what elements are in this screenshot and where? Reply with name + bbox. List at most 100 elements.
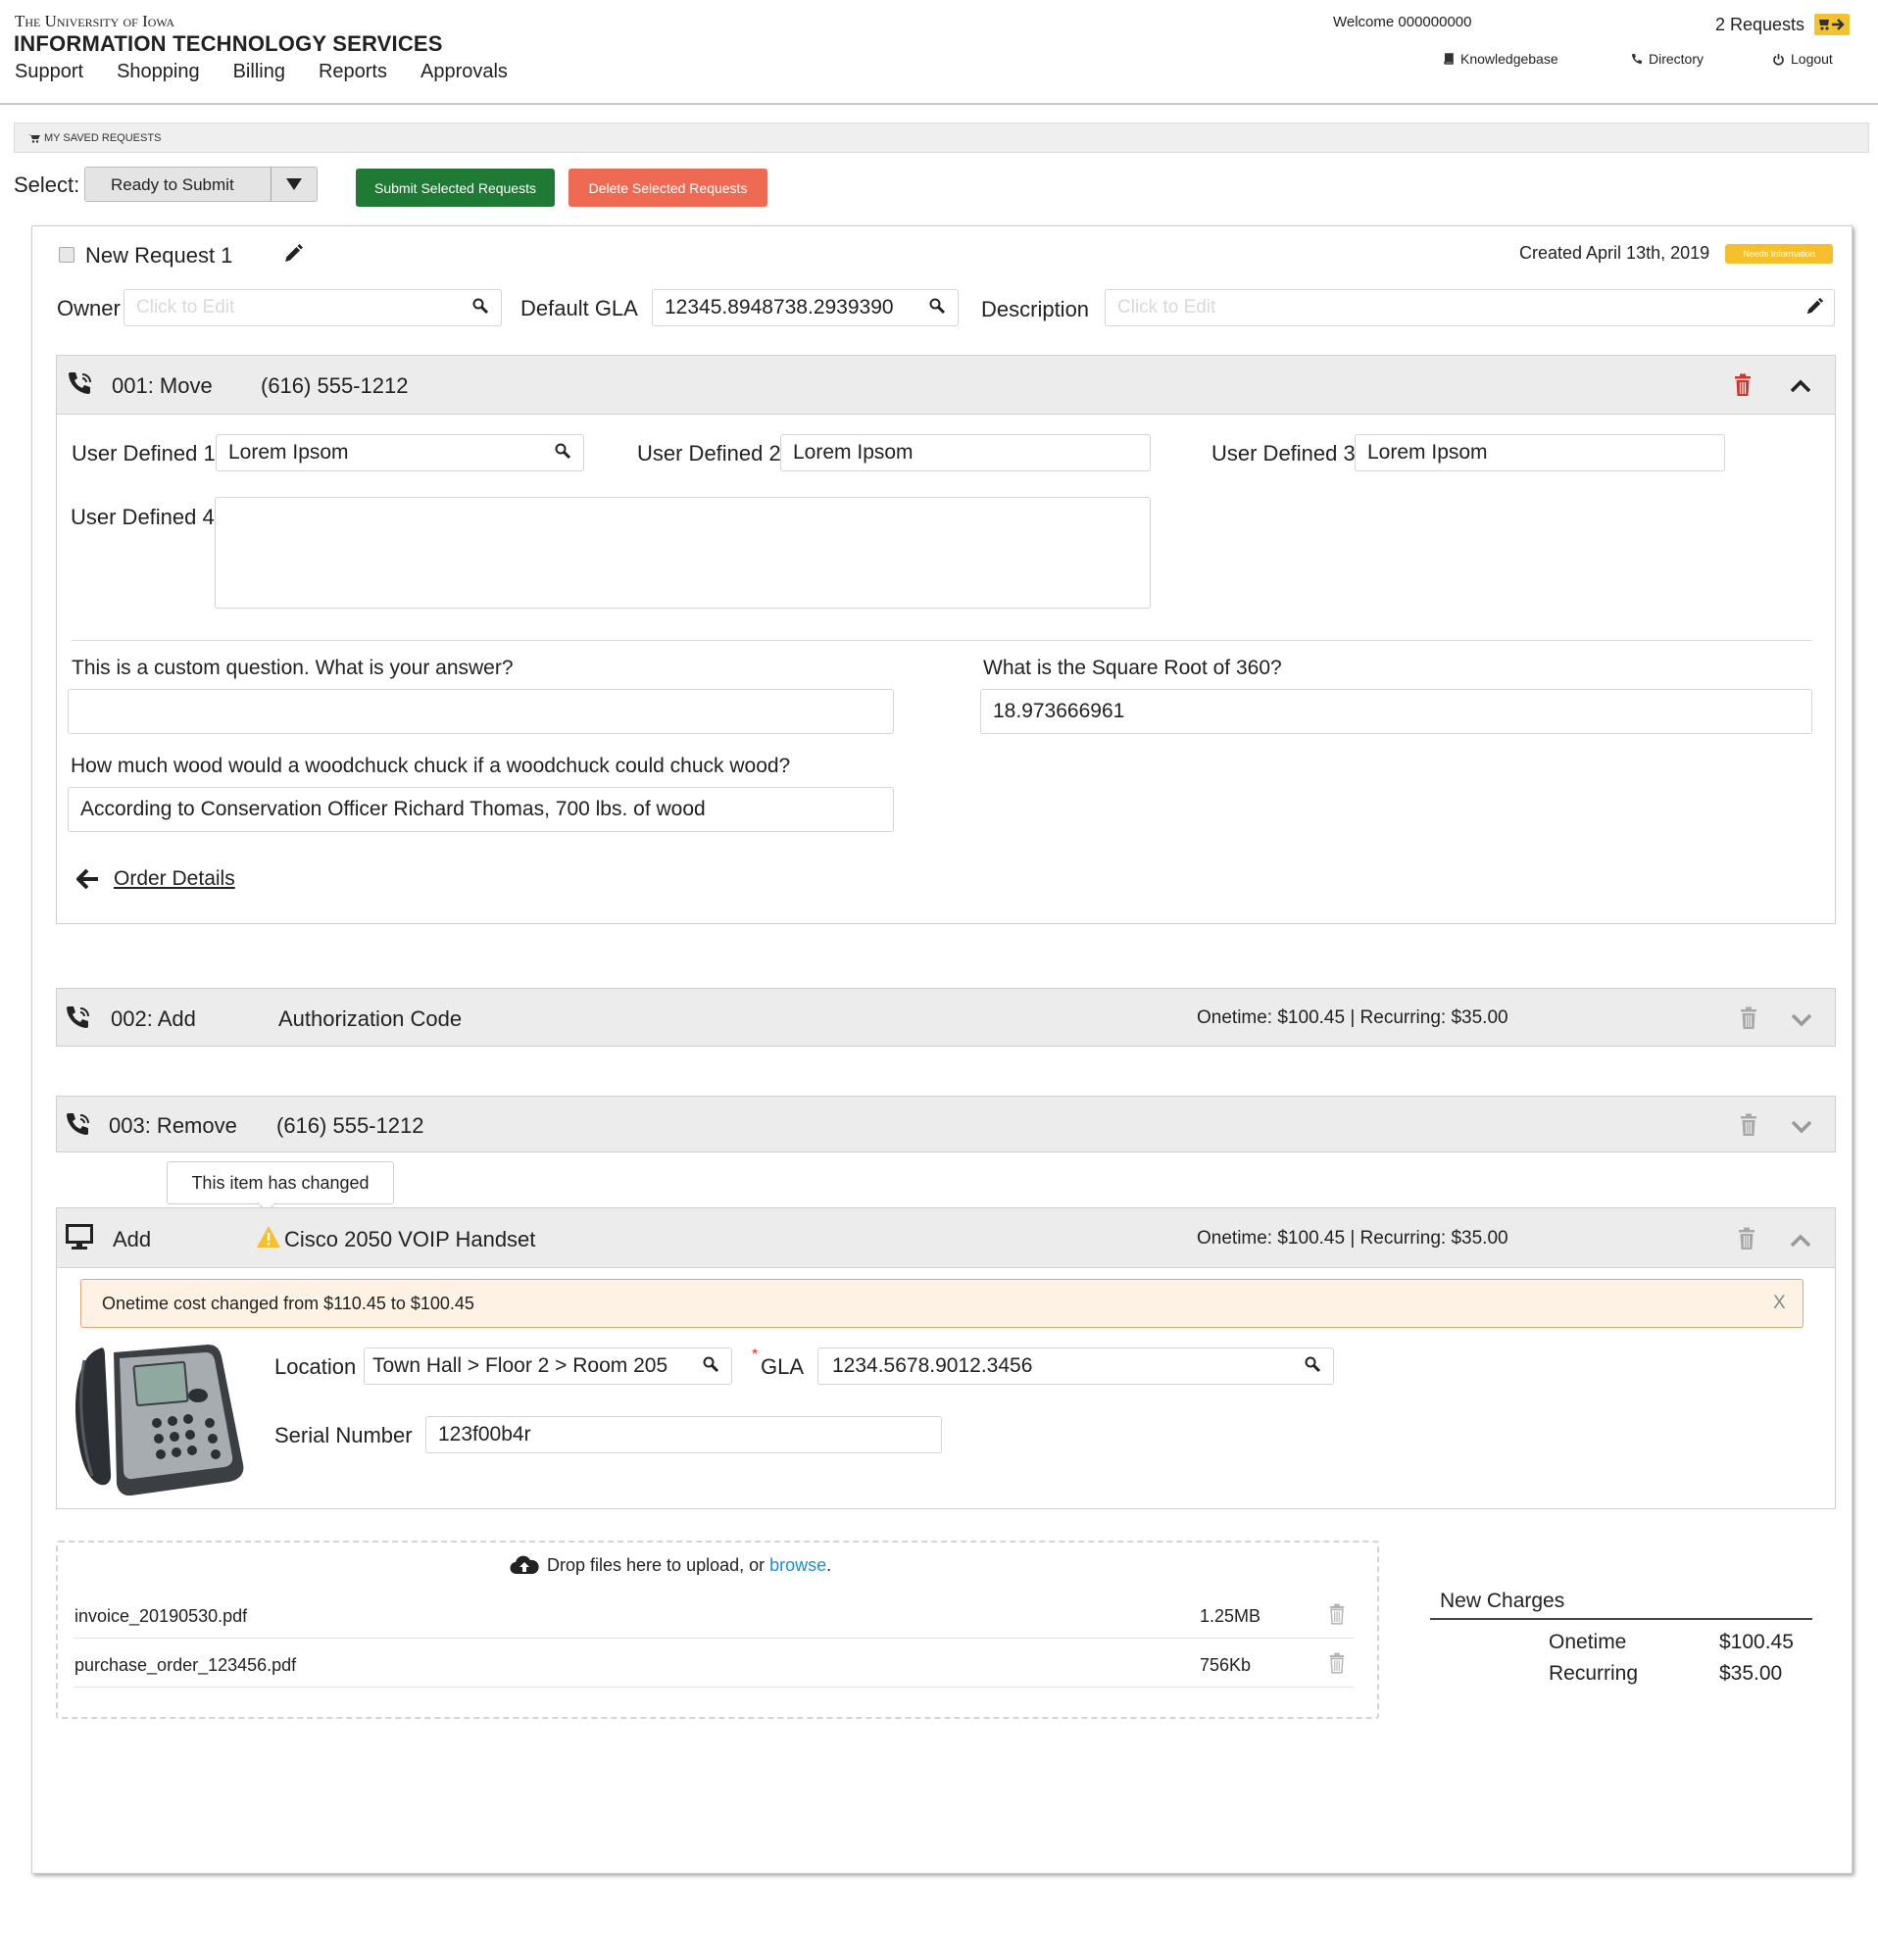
nav-billing[interactable]: Billing [233, 61, 285, 83]
dropzone-period: . [826, 1554, 832, 1575]
search-icon[interactable] [702, 1355, 721, 1375]
owner-field[interactable] [124, 289, 502, 326]
item-001-divider [72, 640, 1812, 641]
location-label: Location [274, 1354, 357, 1379]
search-icon[interactable] [471, 297, 491, 317]
main-nav: Support Shopping Billing Reports Approva… [15, 61, 508, 83]
onetime-value: $100.45 [1719, 1631, 1794, 1653]
item-004-title: Add [113, 1227, 152, 1251]
dropzone-text: Drop files here to upload, or [547, 1554, 766, 1575]
requests-cart[interactable]: 2 Requests [1715, 14, 1851, 35]
file-size: 756Kb [1200, 1655, 1252, 1675]
serial-number-field[interactable]: 123f00b4r [425, 1416, 942, 1453]
chevron-up-icon[interactable] [1790, 377, 1811, 393]
trash-icon[interactable] [1733, 373, 1753, 397]
link-directory[interactable]: Directory [1631, 51, 1704, 67]
item-004-bar[interactable]: Add Cisco 2050 VOIP Handset Onetime: $10… [56, 1207, 1836, 1268]
alert-close-button[interactable]: X [1773, 1293, 1786, 1314]
item-001-title: 001: Move [112, 373, 213, 398]
description-label: Description [981, 297, 1090, 321]
item-001-phone: (616) 555-1212 [261, 373, 409, 398]
book-icon [1444, 52, 1454, 65]
custom-question-2-field[interactable]: 18.973666961 [980, 689, 1812, 734]
power-icon [1773, 53, 1784, 66]
status-select-value: Ready to Submit [111, 175, 234, 194]
trash-icon[interactable] [1739, 1113, 1758, 1137]
status-badge: Needs Information [1725, 244, 1833, 264]
dropzone-prompt: Drop files here to upload, or browse. [510, 1554, 831, 1576]
custom-question-1-field[interactable] [68, 689, 894, 734]
changed-tooltip: This item has changed [167, 1161, 394, 1204]
description-input[interactable] [1117, 297, 1822, 318]
location-field[interactable]: Town Hall > Floor 2 > Room 205 [364, 1348, 732, 1385]
trash-icon[interactable] [1328, 1603, 1346, 1625]
pencil-icon[interactable] [282, 243, 304, 265]
file-size: 1.25MB [1200, 1606, 1261, 1626]
request-name: New Request 1 [85, 243, 233, 268]
item-001-bar[interactable]: 001: Move (616) 555-1212 [56, 355, 1836, 415]
created-date: Created April 13th, 2019 [1519, 243, 1710, 263]
search-icon[interactable] [554, 442, 573, 462]
phone-call-icon [67, 1113, 89, 1135]
status-select[interactable]: Ready to Submit [84, 167, 318, 202]
requests-count: 2 Requests [1715, 14, 1805, 34]
custom-question-3-field[interactable]: According to Conservation Officer Richar… [68, 787, 894, 832]
user-defined-1-field[interactable]: Lorem Ipsom [216, 434, 584, 471]
pencil-icon[interactable] [1804, 297, 1824, 317]
trash-icon[interactable] [1737, 1227, 1756, 1250]
link-logout[interactable]: Logout [1772, 51, 1833, 67]
order-details-link[interactable]: Order Details [76, 867, 235, 891]
department-name: INFORMATION TECHNOLOGY SERVICES [14, 31, 443, 56]
gla-required-marker: * [752, 1347, 759, 1363]
handset-image [75, 1345, 244, 1495]
item-002-bar[interactable]: 002: Add Authorization Code Onetime: $10… [56, 988, 1836, 1047]
nav-support[interactable]: Support [15, 61, 83, 83]
request-checkbox[interactable] [59, 247, 74, 263]
order-details-label: Order Details [114, 867, 235, 890]
item-002-cost: Onetime: $100.45 | Recurring: $35.00 [1197, 1007, 1508, 1028]
delete-selected-button[interactable]: Delete Selected Requests [568, 169, 767, 207]
nav-shopping[interactable]: Shopping [117, 61, 200, 83]
user-defined-2-field[interactable]: Lorem Ipsom [780, 434, 1151, 471]
cart-arrow-icon [1814, 14, 1851, 35]
default-gla-field[interactable]: 12345.8948738.2939390 [652, 289, 959, 326]
file-name: purchase_order_123456.pdf [74, 1655, 297, 1675]
item-002-name: Authorization Code [278, 1006, 463, 1031]
item-003-phone: (616) 555-1212 [276, 1113, 424, 1138]
link-knowledgebase[interactable]: Knowledgebase [1443, 51, 1558, 67]
trash-icon[interactable] [1739, 1006, 1758, 1030]
serial-number-value: 123f00b4r [438, 1423, 531, 1446]
item-004-name: Cisco 2050 VOIP Handset [284, 1227, 536, 1251]
item-003-bar[interactable]: 003: Remove (616) 555-1212 [56, 1096, 1836, 1152]
user-defined-4-textarea[interactable] [215, 497, 1151, 609]
owner-input[interactable] [136, 297, 489, 318]
item-003-title: 003: Remove [109, 1113, 237, 1138]
trash-icon[interactable] [1328, 1652, 1346, 1674]
browse-link[interactable]: browse [769, 1555, 826, 1576]
gla-value: 1234.5678.9012.3456 [832, 1354, 1033, 1377]
description-field[interactable] [1105, 289, 1835, 326]
chevron-up-icon[interactable] [1790, 1232, 1811, 1248]
recurring-value: $35.00 [1719, 1662, 1783, 1685]
section-bar: MY SAVED REQUESTS [14, 122, 1869, 153]
nav-reports[interactable]: Reports [319, 61, 387, 83]
file-row: invoice_20190530.pdf 1.25MB [74, 1590, 1354, 1639]
university-name: The University of Iowa [15, 12, 175, 30]
caret-down-icon [286, 178, 302, 190]
search-icon[interactable] [928, 297, 948, 317]
chevron-down-icon[interactable] [1791, 1119, 1812, 1135]
recurring-label: Recurring [1549, 1662, 1639, 1685]
serial-number-label: Serial Number [274, 1423, 413, 1447]
search-icon[interactable] [1304, 1355, 1323, 1375]
chevron-down-icon[interactable] [1791, 1012, 1812, 1028]
gla-field[interactable]: 1234.5678.9012.3456 [817, 1348, 1334, 1385]
changed-tooltip-text: This item has changed [191, 1172, 370, 1193]
monitor-icon [66, 1224, 93, 1250]
nav-approvals[interactable]: Approvals [420, 61, 508, 83]
file-row: purchase_order_123456.pdf 756Kb [74, 1639, 1354, 1688]
submit-selected-button[interactable]: Submit Selected Requests [356, 169, 555, 207]
user-defined-3-field[interactable]: Lorem Ipsom [1355, 434, 1725, 471]
cost-change-alert: Onetime cost changed from $110.45 to $10… [80, 1279, 1804, 1328]
user-defined-1-label: User Defined 1 [72, 441, 216, 466]
custom-question-1-input[interactable] [80, 700, 881, 723]
